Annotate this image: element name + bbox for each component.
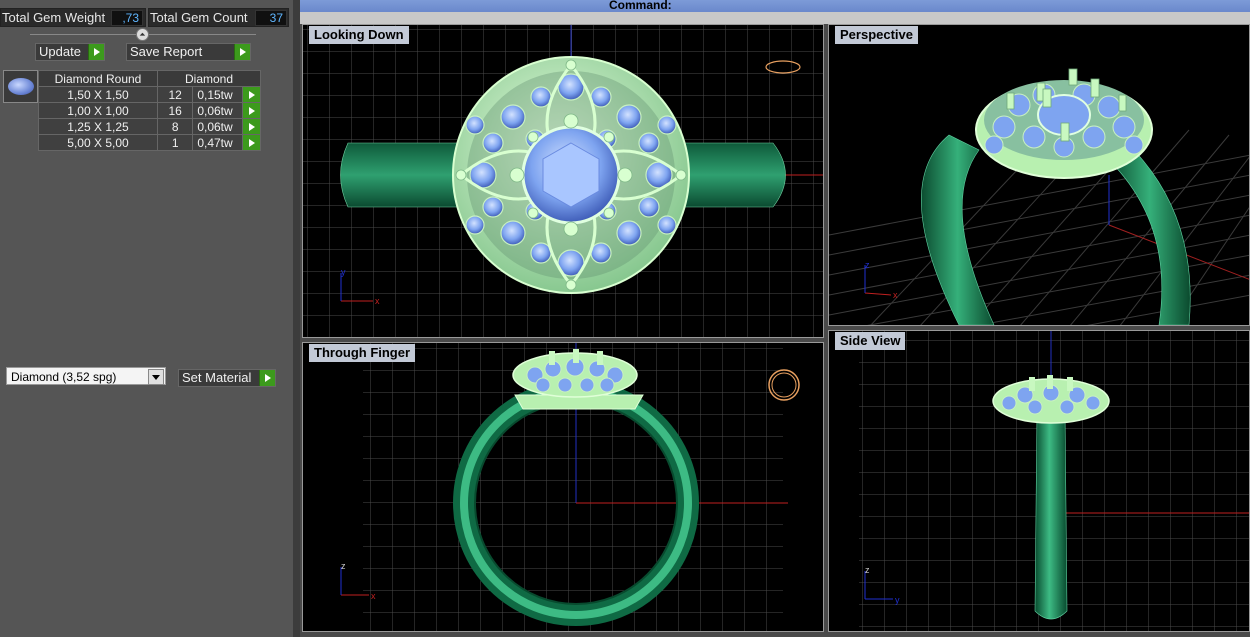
front-view-canvas: x z bbox=[340, 343, 800, 631]
viewport-perspective[interactable]: x z Perspective bbox=[828, 24, 1250, 326]
command-strip bbox=[300, 12, 1250, 24]
gem-count: 12 bbox=[156, 86, 194, 103]
update-button[interactable]: Update bbox=[35, 43, 105, 61]
column-header-material: Diamond bbox=[157, 70, 261, 87]
z-axis-label: z bbox=[865, 260, 870, 270]
x-axis-label: x bbox=[371, 591, 376, 601]
side-view-canvas: y z bbox=[859, 331, 1249, 631]
gem-size: 1,00 X 1,00 bbox=[38, 102, 158, 119]
gem-count: 8 bbox=[156, 118, 194, 135]
total-gem-count-value: 37 bbox=[255, 10, 287, 26]
select-row-arrow-icon[interactable] bbox=[241, 86, 262, 103]
save-report-button[interactable]: Save Report bbox=[126, 43, 251, 61]
command-bar[interactable]: Command: bbox=[300, 0, 1250, 12]
gem-weight: 0,47tw bbox=[192, 134, 243, 151]
update-button-label: Update bbox=[39, 44, 81, 59]
set-material-button[interactable]: Set Material bbox=[178, 369, 276, 387]
command-label: Command: bbox=[609, 0, 672, 12]
x-axis-label: x bbox=[893, 290, 898, 300]
gem-weight: 0,15tw bbox=[192, 86, 243, 103]
gem-size: 5,00 X 5,00 bbox=[38, 134, 158, 151]
total-gem-count: Total Gem Count 37 bbox=[148, 8, 289, 27]
material-select[interactable]: Diamond (3,52 spg) bbox=[6, 367, 166, 385]
play-arrow-icon bbox=[234, 44, 250, 60]
collapse-handle-icon[interactable]: ⏶ bbox=[136, 28, 149, 41]
total-gem-weight-value: ,73 bbox=[111, 10, 143, 26]
gem-count: 1 bbox=[156, 134, 194, 151]
save-report-button-label: Save Report bbox=[130, 44, 203, 59]
round-diamond-icon bbox=[8, 78, 34, 95]
gem-table: Diamond Round Diamond 1,50 X 1,50 12 0,1… bbox=[38, 70, 262, 151]
y-axis-label: y bbox=[341, 267, 346, 277]
viewport-title: Side View bbox=[835, 332, 906, 350]
material-select-value: Diamond (3,52 spg) bbox=[11, 370, 117, 384]
dropdown-arrow-icon[interactable] bbox=[148, 369, 164, 385]
select-row-arrow-icon[interactable] bbox=[241, 134, 262, 151]
y-axis-label: y bbox=[895, 595, 900, 605]
x-axis-label: x bbox=[375, 296, 380, 306]
play-arrow-icon bbox=[88, 44, 104, 60]
select-row-arrow-icon[interactable] bbox=[241, 102, 262, 119]
gem-weight: 0,06tw bbox=[192, 102, 243, 119]
select-row-arrow-icon[interactable] bbox=[241, 118, 262, 135]
viewport-title: Through Finger bbox=[309, 344, 416, 362]
z-axis-label: z bbox=[341, 561, 346, 571]
z-axis-label: z bbox=[865, 565, 870, 575]
table-row: 1,00 X 1,00 16 0,06tw bbox=[38, 102, 262, 119]
gem-size: 1,25 X 1,25 bbox=[38, 118, 158, 135]
perspective-canvas: x z bbox=[829, 68, 1249, 325]
viewport-title: Perspective bbox=[835, 26, 918, 44]
column-header-shape: Diamond Round bbox=[38, 70, 158, 87]
viewport-looking-down[interactable]: x y Looking Down bbox=[302, 24, 824, 338]
panel-splitter[interactable] bbox=[293, 0, 300, 637]
table-row: 1,50 X 1,50 12 0,15tw bbox=[38, 86, 262, 103]
gem-report-panel: Total Gem Weight ,73 Total Gem Count 37 … bbox=[0, 0, 293, 637]
gem-thumbnail[interactable] bbox=[3, 70, 38, 103]
viewport-through-finger[interactable]: x z Through Finger bbox=[302, 342, 824, 632]
gem-weight: 0,06tw bbox=[192, 118, 243, 135]
play-arrow-icon bbox=[259, 370, 275, 386]
total-gem-weight: Total Gem Weight ,73 bbox=[0, 8, 146, 27]
set-material-button-label: Set Material bbox=[182, 370, 252, 385]
viewport-side-view[interactable]: y z Side View bbox=[828, 330, 1250, 632]
gem-size: 1,50 X 1,50 bbox=[38, 86, 158, 103]
gem-count: 16 bbox=[156, 102, 194, 119]
total-gem-count-label: Total Gem Count bbox=[150, 10, 248, 25]
viewport-title: Looking Down bbox=[309, 26, 409, 44]
top-view-canvas: x y bbox=[303, 25, 823, 337]
table-row: 1,25 X 1,25 8 0,06tw bbox=[38, 118, 262, 135]
table-row: 5,00 X 5,00 1 0,47tw bbox=[38, 134, 262, 151]
total-gem-weight-label: Total Gem Weight bbox=[2, 10, 106, 25]
